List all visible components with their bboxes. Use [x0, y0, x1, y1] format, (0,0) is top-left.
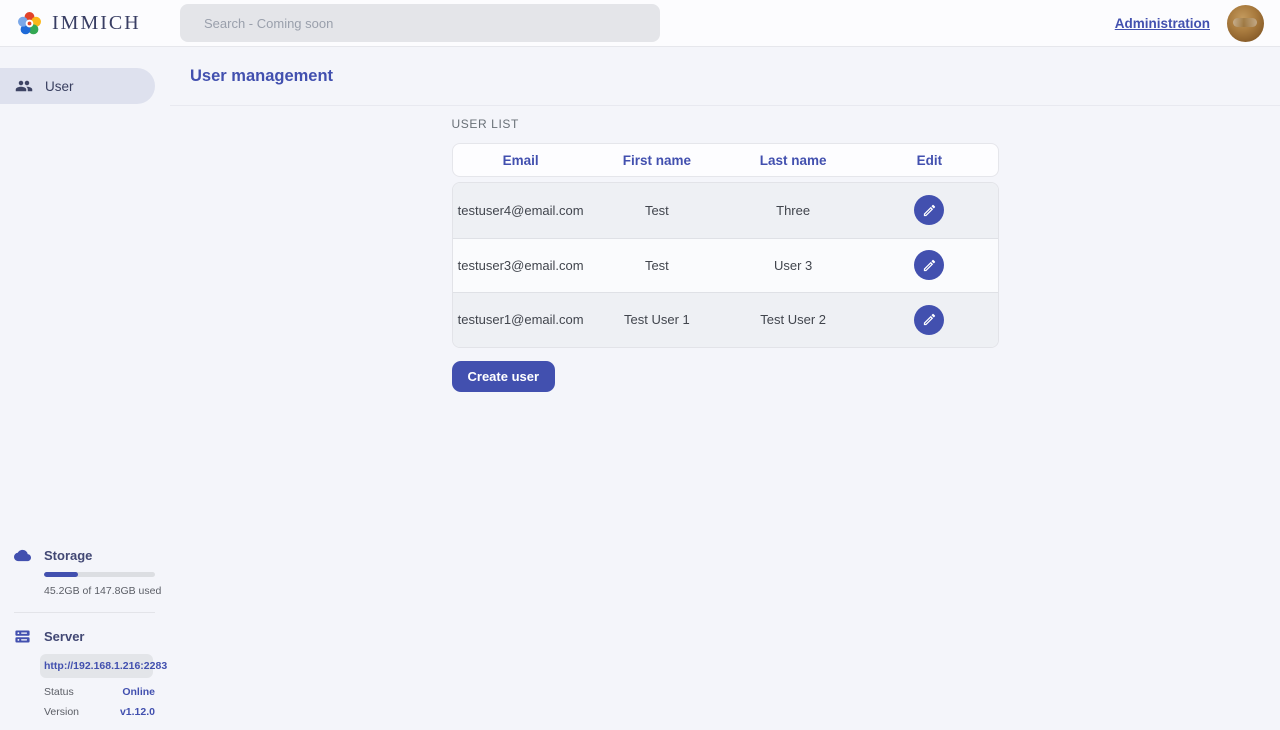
main-panel: USER LIST Email First name Last name Edi… — [170, 106, 1280, 392]
cell-email: testuser1@email.com — [453, 312, 589, 327]
version-label: Version — [44, 706, 79, 718]
storage-progress-bar — [44, 572, 155, 577]
search-input[interactable] — [180, 4, 660, 42]
storage-progress-fill — [44, 572, 78, 577]
column-header-email: Email — [453, 153, 589, 168]
pencil-icon — [922, 312, 937, 327]
server-section-header: Server — [14, 628, 155, 645]
search-box — [180, 4, 660, 42]
cell-edit — [861, 250, 997, 280]
sidebar-divider — [14, 612, 155, 613]
pencil-icon — [922, 203, 937, 218]
edit-user-button[interactable] — [914, 305, 944, 335]
cell-last-name: Three — [725, 203, 861, 218]
server-status-row: Status Online — [44, 686, 155, 698]
user-avatar[interactable] — [1227, 5, 1264, 42]
cell-last-name: Test User 2 — [725, 312, 861, 327]
user-table: USER LIST Email First name Last name Edi… — [452, 117, 999, 392]
page-title: User management — [190, 67, 333, 86]
storage-title: Storage — [44, 548, 92, 563]
immich-flower-icon — [16, 10, 43, 37]
table-row: testuser4@email.com Test Three — [453, 183, 998, 238]
sidebar-footer: Storage 45.2GB of 147.8GB used — [0, 547, 170, 718]
sidebar-item-label: User — [45, 79, 74, 94]
status-label: Status — [44, 686, 74, 698]
server-title: Server — [44, 629, 84, 644]
cell-first-name: Test User 1 — [589, 312, 725, 327]
topbar-right: Administration — [1115, 5, 1264, 42]
top-bar: IMMICH Administration — [0, 0, 1280, 47]
cell-first-name: Test — [589, 203, 725, 218]
cell-email: testuser3@email.com — [453, 258, 589, 273]
column-header-first-name: First name — [589, 153, 725, 168]
content-header: User management — [170, 47, 1280, 106]
status-value: Online — [122, 686, 155, 698]
table-row: testuser3@email.com Test User 3 — [453, 238, 998, 293]
admin-sidebar: User Storage 45.2GB of 147.8GB used — [0, 47, 170, 730]
storage-usage-text: 45.2GB of 147.8GB used — [44, 585, 155, 597]
cell-last-name: User 3 — [725, 258, 861, 273]
table-header-row: Email First name Last name Edit — [452, 143, 999, 177]
people-icon — [15, 77, 33, 95]
storage-section-header: Storage — [14, 547, 155, 564]
server-url-badge: http://192.168.1.216:2283 — [40, 654, 153, 678]
pencil-icon — [922, 258, 937, 273]
edit-user-button[interactable] — [914, 195, 944, 225]
app-logo[interactable]: IMMICH — [16, 10, 141, 37]
cloud-icon — [14, 547, 31, 564]
column-header-edit: Edit — [861, 153, 997, 168]
column-header-last-name: Last name — [725, 153, 861, 168]
app-name: IMMICH — [52, 12, 141, 35]
administration-link[interactable]: Administration — [1115, 16, 1210, 31]
edit-user-button[interactable] — [914, 250, 944, 280]
user-list-label: USER LIST — [452, 117, 999, 131]
cell-edit — [861, 195, 997, 225]
cell-edit — [861, 305, 997, 335]
cell-email: testuser4@email.com — [453, 203, 589, 218]
user-table-body: testuser4@email.com Test Three testuser3… — [452, 182, 999, 348]
server-icon — [14, 628, 31, 645]
server-version-row: Version v1.12.0 — [44, 706, 155, 718]
content-area: User management USER LIST Email First na… — [170, 47, 1280, 730]
app-shell: User Storage 45.2GB of 147.8GB used — [0, 47, 1280, 730]
cell-first-name: Test — [589, 258, 725, 273]
sidebar-item-users[interactable]: User — [0, 68, 155, 104]
table-row: testuser1@email.com Test User 1 Test Use… — [453, 292, 998, 347]
create-user-button[interactable]: Create user — [452, 361, 556, 392]
version-value: v1.12.0 — [120, 706, 155, 718]
